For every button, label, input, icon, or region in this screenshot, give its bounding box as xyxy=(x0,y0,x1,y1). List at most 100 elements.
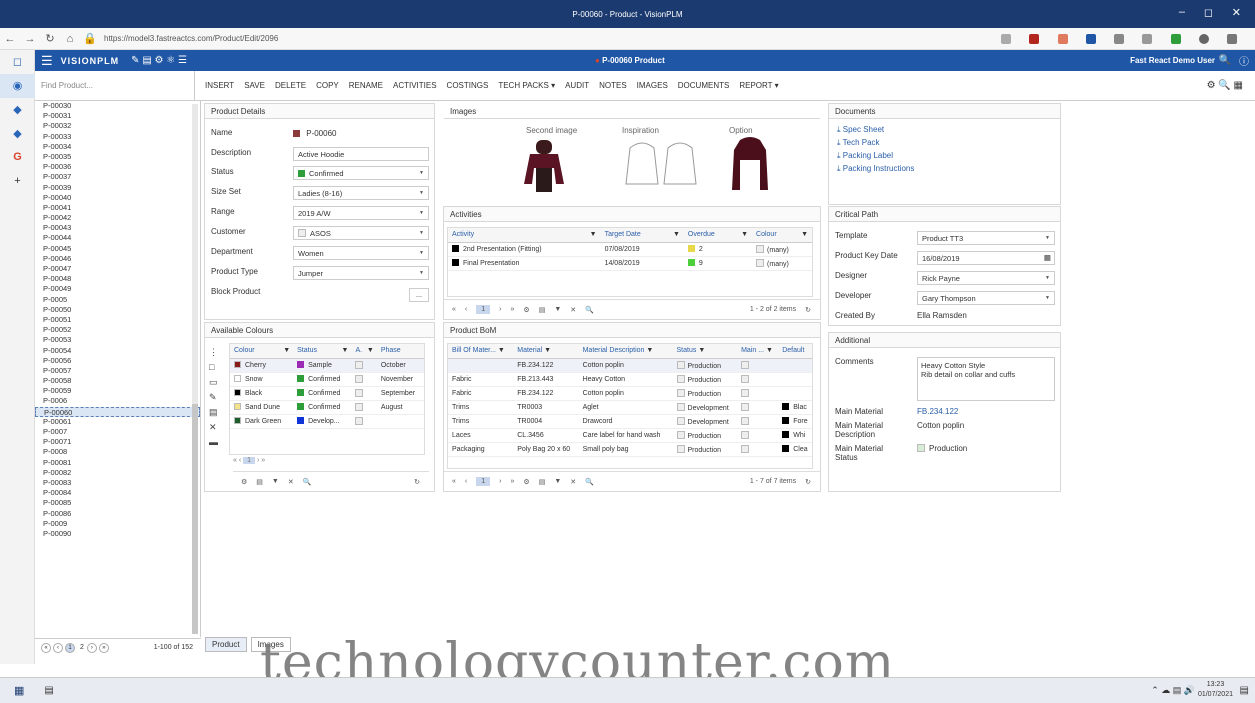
more-icon[interactable]: ⋮ xyxy=(209,345,227,360)
delete-button[interactable]: DELETE xyxy=(275,81,306,90)
system-tray-icons[interactable]: ⌃ ☁ ▤ 🔊 xyxy=(1151,685,1195,696)
status-select[interactable]: Confirmed xyxy=(293,166,429,180)
start-icon[interactable]: ▦ xyxy=(14,684,24,697)
product-list-item[interactable]: P-00081 xyxy=(35,458,200,468)
hoodie-sketch-image[interactable] xyxy=(622,138,702,188)
column-header[interactable]: Target Date ▼ xyxy=(600,228,684,243)
search-icon[interactable]: 🔍 xyxy=(1219,55,1231,66)
audit-button[interactable]: AUDIT xyxy=(565,81,589,90)
close-button[interactable]: ✕ xyxy=(1232,6,1241,19)
rail-diamond-icon[interactable]: ◆ xyxy=(0,122,35,146)
main-checkbox[interactable] xyxy=(741,416,750,425)
clear-filter-icon[interactable]: ✕ xyxy=(570,306,576,314)
page-button[interactable]: 1 xyxy=(476,477,491,486)
tech-packs-menu[interactable]: TECH PACKS ▾ xyxy=(498,81,555,90)
filter-icon[interactable]: ▼ xyxy=(554,478,561,485)
tab-product[interactable]: Product xyxy=(205,637,247,652)
main-checkbox[interactable] xyxy=(741,444,750,453)
approved-checkbox[interactable] xyxy=(355,388,364,397)
product-list-item[interactable]: P-00053 xyxy=(35,335,200,345)
search-icon[interactable]: 🔍 xyxy=(585,306,594,314)
activities-button[interactable]: ACTIVITIES xyxy=(393,81,437,90)
menu-icon[interactable]: ☰ xyxy=(41,53,53,69)
next-page-button[interactable]: › xyxy=(499,478,501,485)
help-icon[interactable]: ⓘ xyxy=(1239,53,1249,68)
extension-shield-icon[interactable] xyxy=(1029,34,1040,44)
refresh-icon[interactable]: ↻ xyxy=(805,306,811,314)
delete-icon[interactable]: ▬ xyxy=(209,435,227,450)
filter-icon[interactable]: ▼ xyxy=(272,478,279,485)
clear-filter-icon[interactable]: ✕ xyxy=(288,478,294,486)
main-checkbox[interactable] xyxy=(741,374,750,383)
hoodie-model-image[interactable] xyxy=(520,138,570,196)
column-header[interactable]: Phase xyxy=(376,344,424,359)
designer-select[interactable]: Rick Payne xyxy=(917,271,1055,285)
range-select[interactable]: 2019 A/W xyxy=(293,206,429,220)
product-list-item[interactable]: P-00084 xyxy=(35,488,200,498)
save-icon[interactable]: ▤ xyxy=(209,405,227,420)
favorites-icon[interactable] xyxy=(1001,34,1012,44)
main-checkbox[interactable] xyxy=(741,402,750,411)
table-row[interactable]: Packaging Poly Bag 20 x 60 Small poly bag P… xyxy=(448,442,812,457)
extension-icon[interactable] xyxy=(1114,34,1125,44)
notification-icon[interactable]: ▤ xyxy=(1240,685,1249,696)
column-header[interactable]: Status ▼ xyxy=(293,344,352,359)
search-icon[interactable]: 🔍 xyxy=(303,478,312,486)
product-list-item[interactable]: P-00042 xyxy=(35,213,200,223)
column-header[interactable]: Colour ▼ xyxy=(752,228,812,243)
documents-button[interactable]: DOCUMENTS xyxy=(678,81,730,90)
product-key-date-field[interactable]: 16/08/2019 ▦ xyxy=(917,251,1055,265)
product-list-item[interactable]: P-00037 xyxy=(35,172,200,182)
product-list-item[interactable]: P-00086 xyxy=(35,509,200,519)
refresh-icon[interactable]: ↻ xyxy=(414,478,420,486)
next-page-button[interactable]: › xyxy=(499,306,501,313)
developer-select[interactable]: Gary Thompson xyxy=(917,291,1055,305)
toolbar-right-icons[interactable]: ⚙ 🔍 ▦ xyxy=(1207,80,1243,91)
spec-sheet-link[interactable]: ⤓ Spec Sheet xyxy=(837,125,884,135)
search-icon[interactable]: 🔍 xyxy=(585,478,594,486)
page-2-button[interactable]: 2 xyxy=(80,644,84,651)
close-icon[interactable]: ✕ xyxy=(209,420,227,435)
prev-page-button[interactable]: ‹ xyxy=(53,642,63,653)
rail-g-icon[interactable]: G xyxy=(0,146,35,170)
table-row[interactable]: Final Presentation 14/08/2019 9 (many) xyxy=(448,256,812,271)
product-list-item[interactable]: P-00056 xyxy=(35,356,200,366)
rail-plus-icon[interactable]: + xyxy=(0,170,35,194)
column-header[interactable]: Activity ▼ xyxy=(448,228,601,243)
product-list-item[interactable]: P-00054 xyxy=(35,346,200,356)
edit-icon[interactable]: ✎ xyxy=(209,390,227,405)
template-select[interactable]: Product TT3 xyxy=(917,231,1055,245)
main-checkbox[interactable] xyxy=(741,430,750,439)
product-list-item[interactable]: P-00085 xyxy=(35,498,200,508)
product-list-item[interactable]: P-00071 xyxy=(35,437,200,447)
report-menu[interactable]: REPORT ▾ xyxy=(739,81,778,90)
user-name[interactable]: Fast React Demo User xyxy=(1130,56,1215,65)
product-list-item[interactable]: P-00035 xyxy=(35,152,200,162)
table-row[interactable]: 2nd Presentation (Fitting) 07/08/2019 2 … xyxy=(448,242,812,257)
column-header[interactable]: Status ▼ xyxy=(672,344,738,359)
product-list-item[interactable]: P-00050 xyxy=(35,305,200,315)
column-header[interactable]: Default xyxy=(778,344,812,359)
main-material-link[interactable]: FB.234.122 xyxy=(917,407,958,416)
table-row[interactable]: Trims TR0004 Drawcord Development Fore xyxy=(448,414,812,429)
product-list-item[interactable]: P-00036 xyxy=(35,162,200,172)
refresh-icon[interactable]: ↻ xyxy=(40,32,60,45)
column-header[interactable]: Overdue ▼ xyxy=(683,228,753,243)
approved-checkbox[interactable] xyxy=(355,374,364,383)
main-checkbox[interactable] xyxy=(741,388,750,397)
table-row[interactable]: Fabric FB.234.122 Cotton poplin Production xyxy=(448,386,812,401)
product-list-item[interactable]: P-00043 xyxy=(35,223,200,233)
product-list-item[interactable]: P-00051 xyxy=(35,315,200,325)
table-row[interactable]: Black Confirmed September xyxy=(230,386,424,401)
product-list-item[interactable]: P-00060 xyxy=(35,406,200,417)
column-header[interactable]: Main ... ▼ xyxy=(737,344,779,359)
images-button[interactable]: IMAGES xyxy=(637,81,668,90)
product-list-item[interactable]: P-0006 xyxy=(35,396,200,406)
page-1-button[interactable]: 1 xyxy=(65,642,75,653)
add-icon[interactable]: □ xyxy=(209,360,227,375)
table-row[interactable]: Laces CL.3456 Care label for hand wash Prod… xyxy=(448,428,812,443)
rail-diamond-icon[interactable]: ◆ xyxy=(0,98,35,122)
approved-checkbox[interactable] xyxy=(355,360,364,369)
extension-icon[interactable] xyxy=(1057,34,1068,44)
main-checkbox[interactable] xyxy=(741,360,750,369)
